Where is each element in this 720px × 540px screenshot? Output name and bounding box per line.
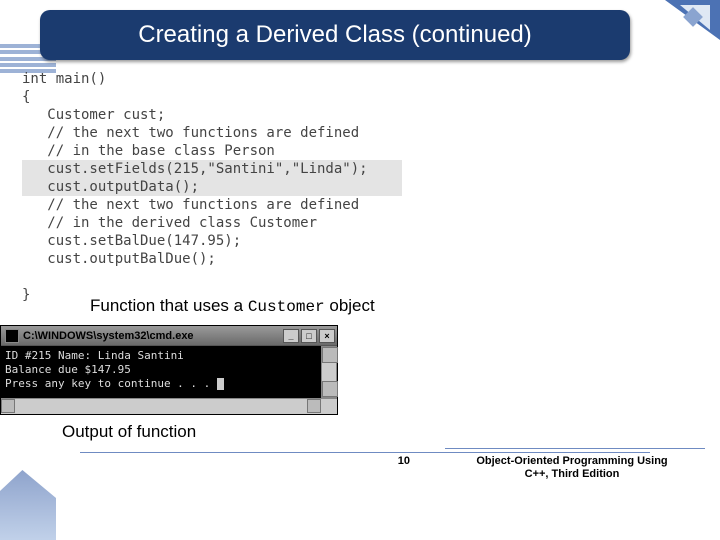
code-line: // the next two functions are defined — [22, 197, 359, 213]
scroll-right-button[interactable] — [307, 399, 321, 413]
code-line: cust.outputBalDue(); — [22, 251, 216, 267]
minimize-button[interactable]: _ — [283, 329, 299, 343]
footer-line-1: Object-Oriented Programming Using — [476, 455, 667, 467]
footer-rule — [445, 448, 705, 449]
code-line: // the next two functions are defined — [22, 125, 359, 141]
code-line: { — [22, 89, 30, 105]
slide-title: Creating a Derived Class (continued) — [40, 10, 630, 60]
maximize-button[interactable]: □ — [301, 329, 317, 343]
footer-text: Object-Oriented Programming Using C++, T… — [442, 455, 702, 481]
cmd-icon — [5, 329, 19, 343]
code-line: cust.setBalDue(147.95); — [22, 233, 241, 249]
code-line: } — [22, 287, 30, 303]
scroll-left-button[interactable] — [1, 399, 15, 413]
figure-caption-2: Output of function — [62, 422, 196, 442]
cmd-output: ID #215 Name: Linda Santini Balance due … — [1, 346, 337, 398]
code-line: Customer cust; — [22, 107, 165, 123]
decorative-book-icon — [0, 470, 56, 540]
decorative-corner — [650, 0, 720, 55]
code-line-highlighted: cust.outputData(); — [22, 178, 402, 196]
scrollbar-vertical[interactable] — [321, 346, 337, 398]
close-button[interactable]: × — [319, 329, 335, 343]
cmd-line: ID #215 Name: Linda Santini — [5, 349, 184, 362]
footer-rule — [80, 452, 650, 453]
cursor — [217, 378, 224, 390]
code-line: int main() — [22, 71, 106, 87]
code-line-highlighted: cust.setFields(215,"Santini","Linda"); — [22, 160, 402, 178]
caption-text: object — [325, 296, 375, 315]
scrollbar-horizontal[interactable] — [1, 398, 337, 414]
page-number: 10 — [0, 455, 410, 467]
code-line: // in the base class Person — [22, 143, 275, 159]
cmd-title-text: C:\WINDOWS\system32\cmd.exe — [23, 330, 283, 342]
cmd-window: C:\WINDOWS\system32\cmd.exe _ □ × ID #21… — [0, 325, 338, 415]
code-listing: int main() { Customer cust; // the next … — [22, 70, 556, 304]
cmd-line: Press any key to continue . . . — [5, 377, 217, 390]
cmd-line: Balance due $147.95 — [5, 363, 131, 376]
footer-line-2: C++, Third Edition — [525, 468, 620, 480]
cmd-titlebar: C:\WINDOWS\system32\cmd.exe _ □ × — [1, 326, 337, 346]
code-line: // in the derived class Customer — [22, 215, 317, 231]
figure-caption-1: Function that uses a Customer object — [90, 296, 375, 316]
caption-text: Function that uses a — [90, 296, 248, 315]
caption-code: Customer — [248, 298, 325, 316]
